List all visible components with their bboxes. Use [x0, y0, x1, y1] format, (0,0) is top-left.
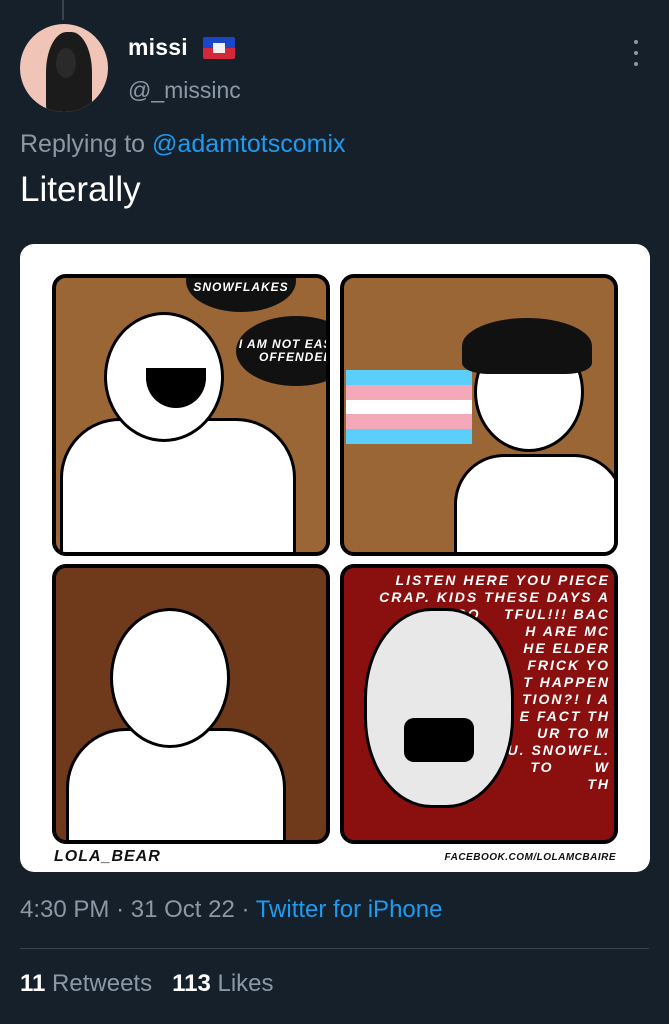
- likes-count: 113: [172, 970, 211, 997]
- comic-panel-1: UNLIKE YOU SNOWFLAKES I AM NOT EASILY OF…: [52, 274, 330, 556]
- meta-separator: ·: [116, 896, 131, 923]
- speech-bubble-1: UNLIKE YOU SNOWFLAKES: [186, 278, 296, 312]
- retweets-label: Retweets: [52, 970, 153, 997]
- comic-credit: FACEBOOK.COM/LOLAMCBAIRE: [444, 852, 616, 863]
- retweets-count: 11: [20, 970, 46, 997]
- avatar-face: [56, 48, 76, 78]
- tweet-text: Literally: [20, 170, 141, 209]
- tweet-stats: 11 Retweets 113 Likes: [20, 970, 274, 998]
- retweets-stat[interactable]: 11 Retweets: [20, 970, 152, 997]
- angry-old-man-head: [364, 608, 514, 808]
- tweet-source-link[interactable]: Twitter for iPhone: [256, 896, 443, 923]
- likes-label: Likes: [217, 970, 274, 997]
- comic-panel-4: LISTEN HERE YOU PIECE CRAP. KIDS THESE D…: [340, 564, 618, 844]
- speech-bubble-2: I AM NOT EASILY OFFENDED: [236, 316, 326, 386]
- tweet-meta: 4:30 PM · 31 Oct 22 · Twitter for iPhone: [20, 896, 442, 924]
- user-handle[interactable]: @_missinc: [128, 77, 241, 104]
- tweet-time[interactable]: 4:30 PM: [20, 896, 109, 923]
- reply-mention-link[interactable]: @adamtotscomix: [152, 130, 346, 158]
- more-options-icon[interactable]: [626, 38, 646, 68]
- transgender-flag: [346, 370, 472, 444]
- avatar[interactable]: [20, 24, 108, 112]
- divider: [20, 948, 649, 949]
- comic-panel-2: [340, 274, 618, 556]
- angry-mouth: [404, 718, 474, 762]
- thread-connector-line: [62, 0, 64, 20]
- tweet-date[interactable]: 31 Oct 22: [131, 896, 235, 923]
- kid-body: [454, 454, 614, 552]
- display-name[interactable]: missi: [128, 34, 188, 61]
- haiti-flag-icon: [203, 37, 235, 59]
- tweet-media-image[interactable]: UNLIKE YOU SNOWFLAKES I AM NOT EASILY OF…: [20, 244, 650, 872]
- meta-separator: ·: [241, 896, 256, 923]
- replying-to-prefix: Replying to: [20, 130, 146, 158]
- comic-signature: LOLA_BEAR: [54, 848, 161, 865]
- likes-stat[interactable]: 113 Likes: [172, 970, 273, 997]
- comic-panel-3: [52, 564, 330, 844]
- old-man-head-2: [110, 608, 230, 748]
- kid-hair: [462, 318, 592, 374]
- replying-to: Replying to @adamtotscomix: [20, 130, 346, 159]
